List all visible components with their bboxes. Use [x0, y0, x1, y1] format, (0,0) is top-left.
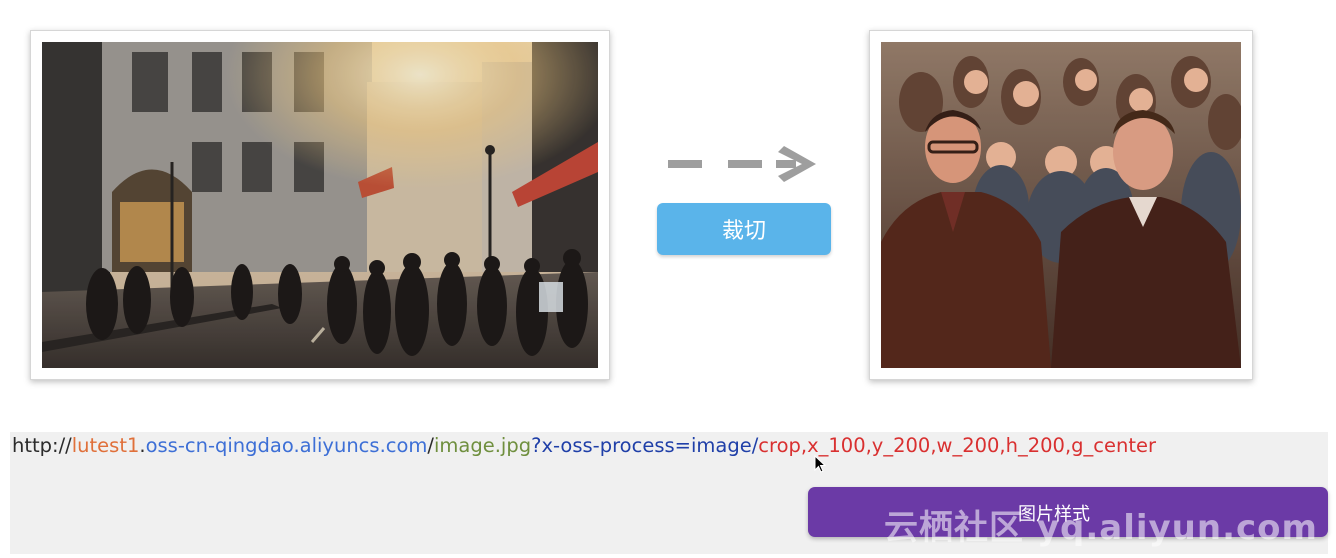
crop-button[interactable]: 裁切 — [657, 203, 831, 255]
url-object: image.jpg — [434, 434, 532, 457]
source-image-frame — [30, 30, 610, 380]
cropped-crowd-photo — [881, 42, 1241, 368]
url-process-prefix: ?x-oss-process=image/ — [531, 434, 759, 457]
url-endpoint: oss-cn-qingdao.aliyuncs.com — [145, 434, 428, 457]
oss-url-text: http://lutest1.oss-cn-qingdao.aliyuncs.c… — [12, 434, 1156, 457]
url-slash: / — [427, 434, 434, 457]
result-image-frame — [869, 30, 1253, 380]
url-bucket: lutest1 — [71, 434, 140, 457]
slide-canvas: 裁切 http://lutest1.oss-cn-qingdao.aliyunc… — [0, 0, 1336, 558]
dashed-arrow-icon — [668, 146, 816, 182]
url-crop-params: crop,x_100,y_200,w_200,h_200,g_center — [758, 434, 1157, 457]
site-watermark: 云栖社区 yq.aliyun.com — [884, 508, 1318, 548]
mouse-cursor-icon — [814, 455, 826, 473]
image-style-label: 图片样式 — [1018, 504, 1090, 525]
url-protocol: http:// — [12, 434, 72, 457]
source-street-photo — [42, 42, 598, 368]
